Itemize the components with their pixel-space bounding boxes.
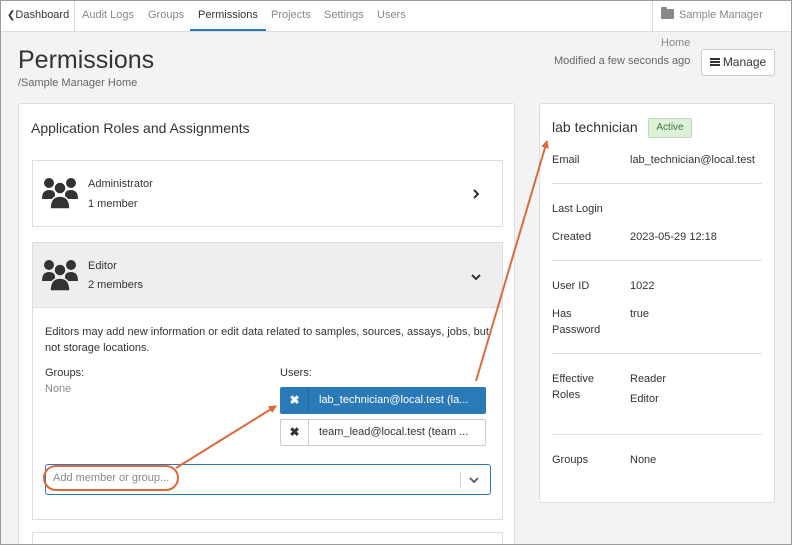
chevron-right-icon[interactable] (471, 189, 481, 199)
add-member-select[interactable]: Add member or group... (45, 464, 491, 495)
user-id-value: 1022 (630, 280, 655, 292)
created-label: Created (552, 231, 592, 243)
add-member-placeholder: Add member or group... (53, 472, 170, 484)
role-description: Editors may add new information or edit … (45, 326, 489, 354)
folder-icon (661, 7, 674, 19)
select-divider (460, 472, 461, 488)
has-password-value: true (630, 308, 649, 320)
effective-roles-label: Effective Roles (552, 373, 594, 401)
nav-groups[interactable]: Groups (148, 1, 184, 31)
menu-bars-icon (709, 58, 720, 66)
email-label: Email (552, 154, 580, 166)
users-group-icon (42, 178, 78, 210)
divider (552, 183, 762, 184)
groups-value: None (45, 383, 72, 395)
role-card[interactable] (32, 532, 503, 544)
role-editor: Editor 2 members Editors may add new inf… (32, 242, 503, 520)
created-value: 2023-05-29 12:18 (630, 231, 717, 243)
user-chip-label: team_lead@local.test (team ... (319, 426, 469, 438)
chevron-down-icon[interactable] (469, 475, 479, 485)
groups-value: None (630, 454, 657, 466)
app-window: ❮Dashboard Audit Logs Groups Permissions… (0, 0, 792, 545)
user-id-label: User ID (552, 280, 590, 292)
top-nav: ❮Dashboard Audit Logs Groups Permissions… (1, 1, 791, 49)
nav-settings[interactable]: Settings (324, 1, 364, 31)
roles-panel: Application Roles and Assignments Admini… (18, 103, 515, 544)
divider (552, 353, 762, 354)
nav-dashboard[interactable]: ❮Dashboard (7, 1, 69, 31)
remove-icon[interactable]: ✖ (281, 420, 309, 445)
nav-users[interactable]: Users (377, 1, 406, 31)
users-group-icon (42, 260, 78, 292)
breadcrumb: /Sample Manager Home (18, 77, 138, 89)
manage-button[interactable]: Manage (701, 49, 775, 76)
effective-role-reader: Reader (630, 373, 667, 385)
modified-timestamp: Modified a few seconds ago (554, 55, 691, 67)
nav-projects[interactable]: Projects (271, 1, 311, 31)
user-details-panel: lab technician Active Email lab_technici… (539, 103, 775, 503)
remove-icon[interactable]: ✖ (281, 388, 309, 413)
effective-role-editor: Editor (630, 393, 659, 405)
status-badge: Active (648, 118, 692, 138)
nav-divider (74, 1, 75, 31)
nav-audit-logs[interactable]: Audit Logs (82, 1, 134, 31)
users-label: Users: (280, 367, 312, 379)
role-name: Editor (88, 260, 117, 272)
has-password-label: Has Password (552, 308, 601, 336)
roles-panel-title: Application Roles and Assignments (31, 120, 250, 136)
page-title: Permissions (18, 46, 155, 74)
last-login-label: Last Login (552, 203, 603, 215)
groups-label: Groups (552, 454, 589, 466)
user-chip[interactable]: ✖ team_lead@local.test (team ... (280, 419, 486, 446)
role-name: Administrator (88, 178, 153, 190)
role-administrator[interactable]: Administrator 1 member (32, 160, 503, 227)
user-display-name: lab technician (552, 119, 638, 135)
role-member-count: 1 member (88, 198, 138, 210)
role-member-count: 2 members (88, 279, 144, 291)
divider (552, 434, 762, 435)
divider (552, 260, 762, 261)
user-chip-label: lab_technician@local.test (la... (319, 394, 469, 406)
chevron-down-icon[interactable] (471, 272, 481, 282)
nav-permissions[interactable]: Permissions (190, 1, 266, 31)
nav-divider (652, 1, 653, 31)
groups-label: Groups: (45, 367, 85, 379)
email-value: lab_technician@local.test (630, 154, 755, 166)
user-chip-selected[interactable]: ✖ lab_technician@local.test (la... (280, 387, 486, 414)
nav-home-folder[interactable]: Sample Manager Home (661, 1, 791, 49)
role-editor-header[interactable]: Editor 2 members (33, 243, 502, 308)
